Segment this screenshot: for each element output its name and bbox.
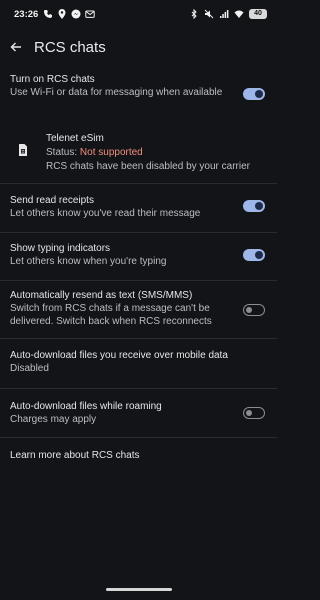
typing-indicators-setting[interactable]: Show typing indicators Let others know w… bbox=[0, 242, 277, 268]
divider bbox=[0, 437, 277, 438]
read-receipts-title: Send read receipts bbox=[10, 195, 94, 206]
status-bar: 23:26 40 bbox=[0, 0, 277, 28]
sim-status: Status: Not supported bbox=[46, 146, 266, 160]
typing-indicators-title: Show typing indicators bbox=[10, 243, 111, 254]
auto-resend-setting[interactable]: Automatically resend as text (SMS/MMS) S… bbox=[0, 289, 277, 328]
turn-on-rcs-subtitle: Use Wi-Fi or data for messaging when ava… bbox=[10, 87, 223, 98]
battery-indicator: 40 bbox=[249, 9, 267, 19]
auto-download-mobile-title: Auto-download files you receive over mob… bbox=[10, 350, 228, 361]
call-indicator-icon bbox=[44, 10, 53, 18]
page-title: RCS chats bbox=[34, 38, 106, 56]
auto-download-roaming-setting[interactable]: Auto-download files while roaming Charge… bbox=[0, 400, 277, 426]
signal-icon bbox=[220, 10, 229, 18]
sim-name: Telenet eSim bbox=[46, 133, 104, 144]
sim-card-icon bbox=[19, 144, 27, 156]
auto-download-mobile-subtitle: Disabled bbox=[10, 363, 49, 374]
auto-download-roaming-subtitle: Charges may apply bbox=[10, 414, 97, 425]
back-arrow-icon bbox=[10, 42, 21, 52]
divider bbox=[0, 338, 277, 339]
mute-icon bbox=[204, 9, 214, 19]
home-indicator[interactable] bbox=[106, 588, 172, 591]
divider bbox=[0, 388, 277, 389]
auto-resend-toggle[interactable] bbox=[243, 304, 265, 316]
sim-status-block: Telenet eSim Status: Not supported RCS c… bbox=[0, 128, 277, 188]
turn-on-rcs-title: Turn on RCS chats bbox=[10, 74, 95, 85]
typing-indicators-toggle[interactable] bbox=[243, 249, 265, 261]
wifi-icon bbox=[234, 10, 244, 18]
sim-status-value: Not supported bbox=[79, 147, 143, 158]
bluetooth-icon bbox=[191, 9, 197, 19]
auto-download-roaming-toggle[interactable] bbox=[243, 407, 265, 419]
learn-more-label: Learn more about RCS chats bbox=[10, 450, 140, 461]
sim-disabled-note: RCS chats have been disabled by your car… bbox=[46, 161, 250, 172]
learn-more-link[interactable]: Learn more about RCS chats bbox=[0, 449, 277, 462]
turn-on-rcs-toggle[interactable] bbox=[243, 88, 265, 100]
turn-on-rcs-setting[interactable]: Turn on RCS chats Use Wi-Fi or data for … bbox=[0, 73, 277, 99]
auto-download-roaming-title: Auto-download files while roaming bbox=[10, 401, 162, 412]
divider bbox=[0, 280, 277, 281]
typing-indicators-subtitle: Let others know when you're typing bbox=[10, 256, 167, 267]
messenger-icon bbox=[71, 9, 81, 19]
divider bbox=[0, 232, 277, 233]
back-button[interactable] bbox=[0, 31, 32, 63]
gmail-icon bbox=[85, 10, 96, 18]
status-time: 23:26 bbox=[14, 8, 39, 20]
divider bbox=[0, 183, 277, 184]
read-receipts-setting[interactable]: Send read receipts Let others know you'v… bbox=[0, 194, 277, 220]
read-receipts-subtitle: Let others know you've read their messag… bbox=[10, 208, 201, 219]
auto-download-mobile-setting[interactable]: Auto-download files you receive over mob… bbox=[0, 349, 277, 375]
location-icon bbox=[58, 9, 66, 19]
top-app-bar: RCS chats bbox=[0, 30, 277, 64]
auto-resend-subtitle: Switch from RCS chats if a message can't… bbox=[10, 303, 212, 327]
auto-resend-title: Automatically resend as text (SMS/MMS) bbox=[10, 290, 193, 301]
sim-status-label: Status: bbox=[46, 147, 78, 158]
read-receipts-toggle[interactable] bbox=[243, 200, 265, 212]
